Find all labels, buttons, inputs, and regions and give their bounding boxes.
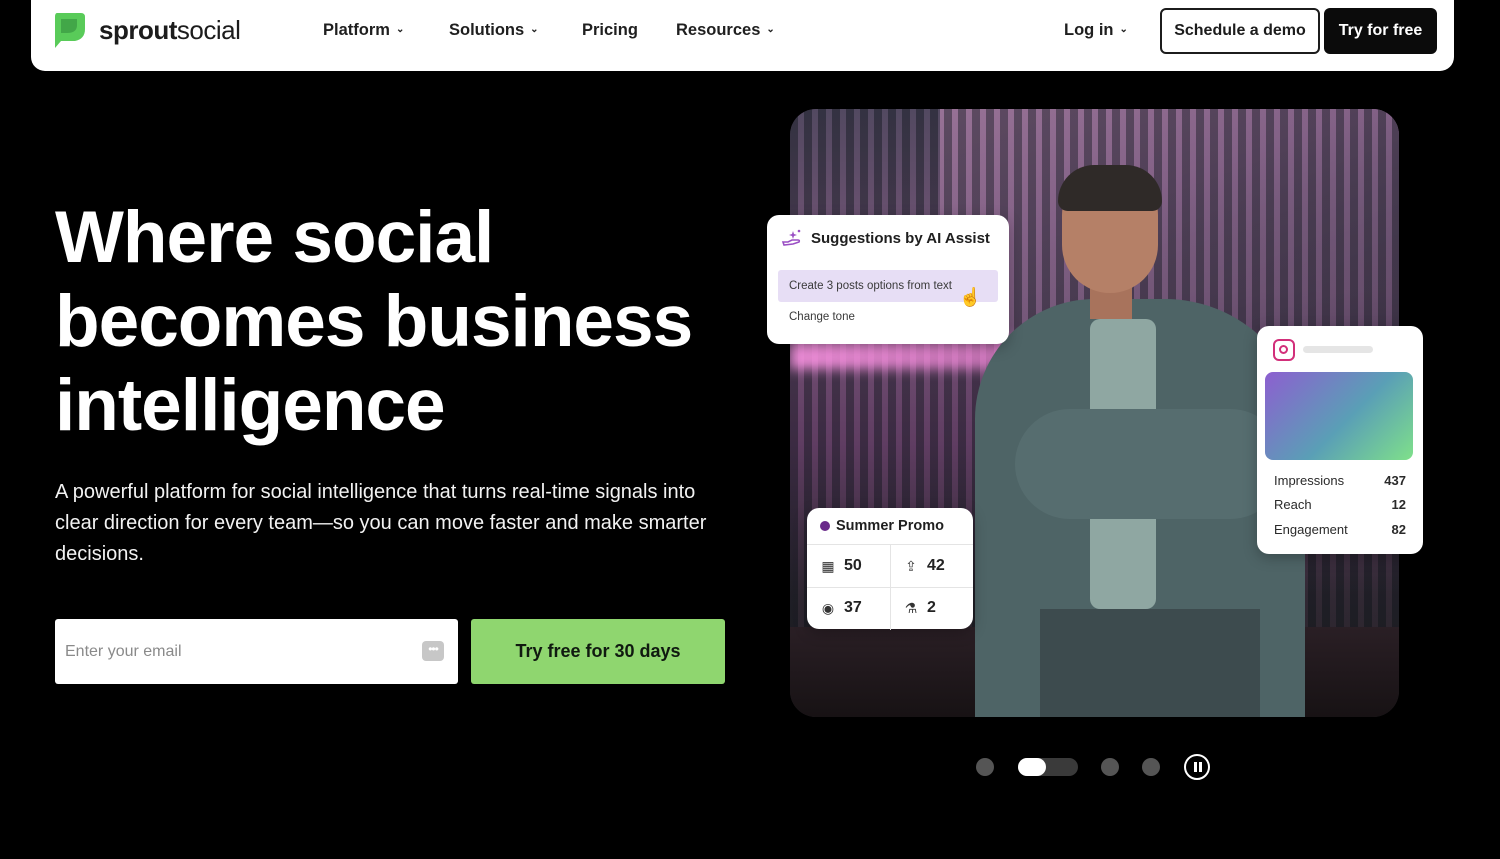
stat-impressions: Impressions 437 <box>1274 473 1406 488</box>
headline-line-3: intelligence <box>55 365 446 446</box>
promo-stat-calendar: ▦ 50 <box>821 557 862 574</box>
hero-subtext: A powerful platform for social intellige… <box>55 481 707 565</box>
promo-stat-share: ⇪ 42 <box>903 557 945 575</box>
pause-icon[interactable] <box>1184 754 1210 780</box>
chevron-down-icon: ⌄ <box>395 24 405 35</box>
eye-icon: ◉ <box>821 599 835 616</box>
email-field-wrapper: ••• <box>55 619 458 684</box>
status-dot <box>820 521 830 531</box>
stat-reach: Reach 12 <box>1274 497 1406 512</box>
nav-item-resources[interactable]: Resources ⌄ <box>676 21 775 40</box>
nav-item-pricing[interactable]: Pricing <box>582 21 638 40</box>
ai-assist-title: Suggestions by AI Assist <box>811 229 990 247</box>
try-for-free-button[interactable]: Try for free <box>1324 8 1437 54</box>
email-input[interactable] <box>55 619 458 684</box>
person-crossed-arms <box>1015 409 1285 519</box>
ai-assist-header: Suggestions by AI Assist <box>781 228 990 248</box>
instagram-icon <box>1273 339 1295 361</box>
carousel-dot-2-active[interactable] <box>1018 758 1078 776</box>
promo-stat-views: ◉ 37 <box>821 599 862 616</box>
headline-line-2: becomes business <box>55 281 693 362</box>
chevron-down-icon: ⌄ <box>766 24 775 35</box>
ai-assist-card: Suggestions by AI Assist Create 3 posts … <box>767 215 1009 344</box>
chevron-down-icon: ⌄ <box>1119 24 1128 35</box>
headline-line-1: Where social <box>55 197 494 278</box>
brand-name: sproutsocial <box>99 14 241 45</box>
login-link[interactable]: Log in ⌄ <box>1064 21 1128 40</box>
nav-item-platform[interactable]: Platform ⌄ <box>323 21 404 40</box>
carousel-dot-3[interactable] <box>1101 758 1119 776</box>
carousel-dot-1[interactable] <box>976 758 994 776</box>
calendar-icon: ▦ <box>821 557 835 574</box>
sprout-leaf-icon <box>55 13 85 48</box>
try-free-30-days-button[interactable]: Try free for 30 days <box>471 619 725 684</box>
sprout-social-logo[interactable]: sproutsocial <box>53 11 241 49</box>
placeholder-bar <box>1303 346 1373 353</box>
top-nav: sproutsocial Platform ⌄ Solutions ⌄ Pricin… <box>31 0 1454 71</box>
hero-headline: Where social becomes business intelligen… <box>55 196 755 448</box>
password-manager-icon[interactable]: ••• <box>422 641 444 661</box>
carousel-dot-4[interactable] <box>1142 758 1160 776</box>
promo-title: Summer Promo <box>820 518 944 534</box>
stat-engagement: Engagement 82 <box>1274 522 1406 537</box>
share-icon: ⇪ <box>905 557 917 574</box>
hand-cursor-icon: ☝ <box>959 287 982 307</box>
summer-promo-card: Summer Promo ▦ 50 ⇪ 42 ◉ 37 ⚗ 2 <box>807 508 973 630</box>
flask-icon: ⚗ <box>904 599 918 616</box>
nav-item-solutions[interactable]: Solutions ⌄ <box>449 21 539 40</box>
post-image <box>1265 372 1413 460</box>
ai-hand-sparkle-icon <box>781 229 801 246</box>
instagram-post-card: Impressions 437 Reach 12 Engagement 82 <box>1257 326 1423 554</box>
schedule-demo-button[interactable]: Schedule a demo <box>1160 8 1320 54</box>
chevron-down-icon: ⌄ <box>530 24 539 35</box>
promo-stat-experiments: ⚗ 2 <box>904 599 936 616</box>
ai-option-change-tone[interactable]: Change tone <box>789 311 855 323</box>
